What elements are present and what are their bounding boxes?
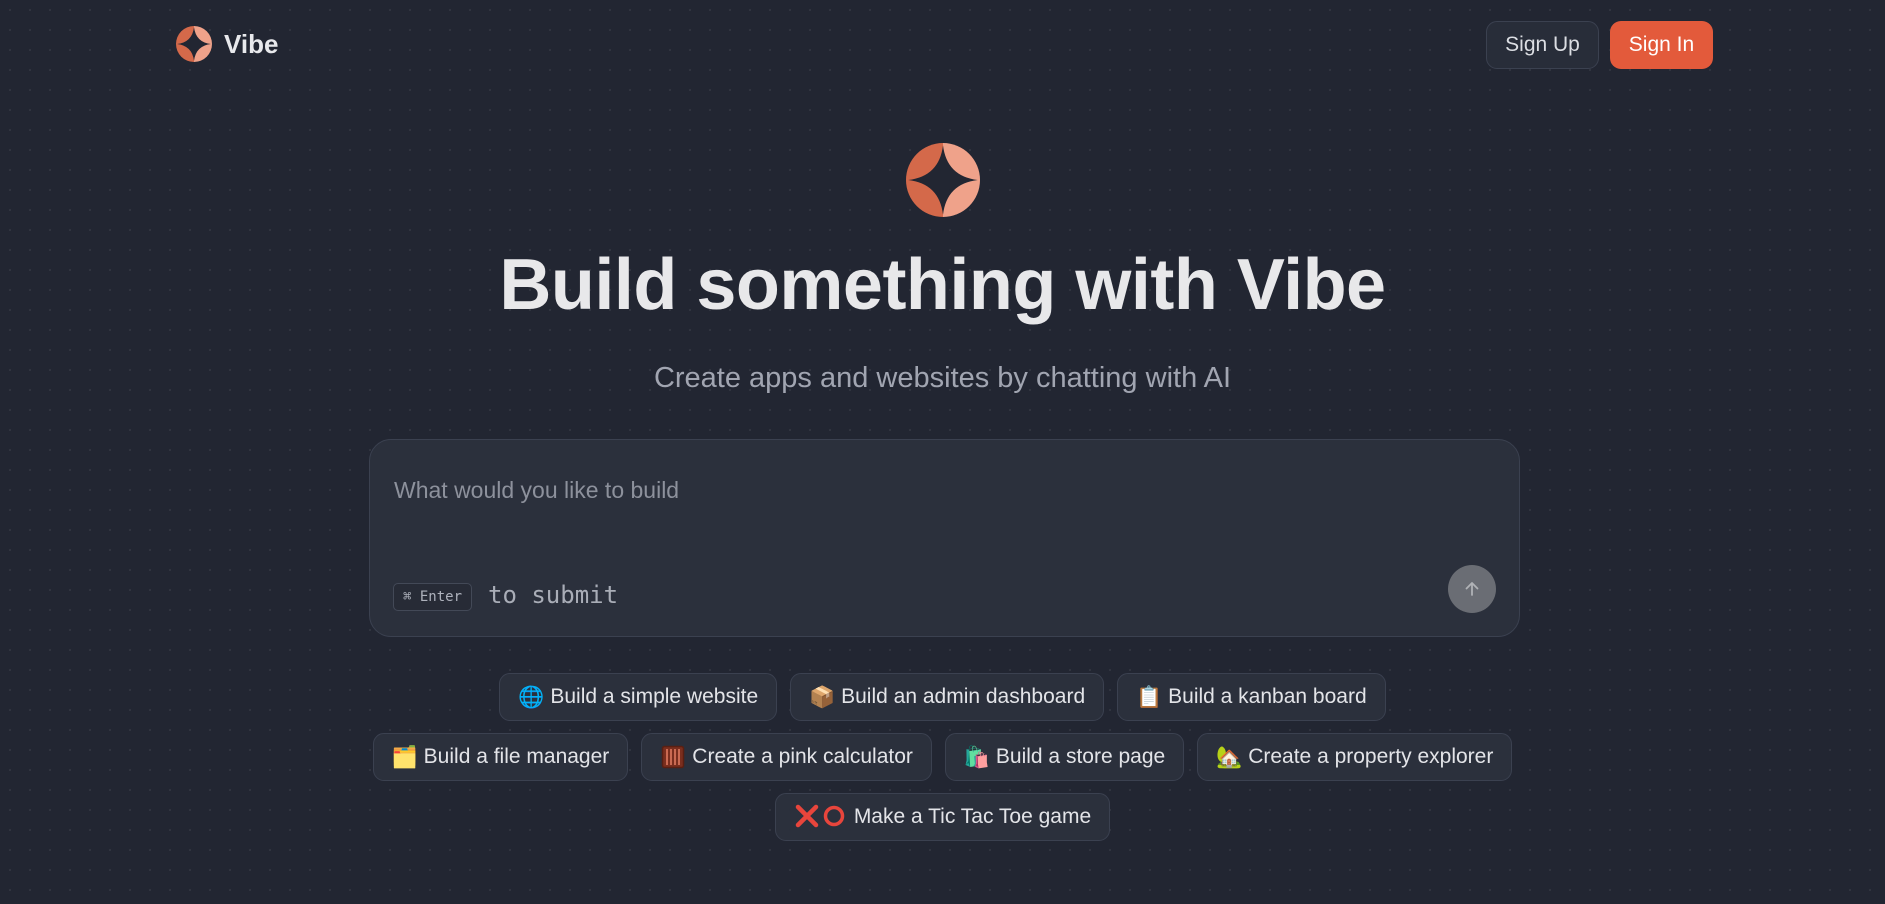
package-icon: 📦 (809, 685, 836, 709)
shopping-bags-icon: 🛍️ (963, 745, 990, 769)
suggestion-label: Build an admin dashboard (841, 685, 1086, 708)
suggestion-chip-tic-tac-toe[interactable]: Make a Tic Tac Toe game (774, 793, 1111, 841)
suggestion-label: Create a property explorer (1248, 745, 1494, 768)
suggestion-label: Build a file manager (423, 745, 610, 768)
suggestion-chip-pink-calculator[interactable]: Create a pink calculator (641, 733, 932, 781)
shortcut-hint: to submit (488, 581, 619, 609)
suggestion-row: 🗂️ Build a file manager Create a pink ca… (0, 733, 1885, 781)
suggestion-chip-kanban-board[interactable]: 📋 Build a kanban board (1117, 673, 1386, 721)
house-with-garden-icon: 🏡 (1216, 745, 1243, 769)
suggestion-chip-simple-website[interactable]: 🌐 Build a simple website (499, 673, 778, 721)
sign-up-button[interactable]: Sign Up (1486, 21, 1599, 69)
vibe-logo-icon (176, 26, 212, 62)
brand-link[interactable]: Vibe (176, 26, 278, 62)
shortcut-key-badge: ⌘ Enter (393, 583, 473, 611)
prompt-box: ⌘ Enter to submit (369, 439, 1520, 637)
x-and-o-icon (794, 804, 848, 830)
suggestion-chip-file-manager[interactable]: 🗂️ Build a file manager (372, 733, 629, 781)
prompt-input[interactable] (394, 470, 1394, 510)
globe-icon: 🌐 (518, 685, 545, 709)
sign-in-button[interactable]: Sign In (1610, 21, 1713, 69)
suggestion-label: Build a store page (995, 745, 1166, 768)
abacus-icon (660, 744, 686, 770)
card-index-dividers-icon: 🗂️ (391, 745, 418, 769)
page-title: Build something with Vibe (499, 245, 1386, 325)
submit-button[interactable] (1448, 565, 1496, 613)
suggestion-chip-store-page[interactable]: 🛍️ Build a store page (944, 733, 1185, 781)
suggestion-row: Make a Tic Tac Toe game (0, 793, 1885, 841)
vibe-hero-logo-icon (906, 143, 980, 217)
suggestion-label: Build a kanban board (1168, 685, 1367, 708)
brand-name: Vibe (224, 28, 279, 59)
suggestion-row: 🌐 Build a simple website 📦 Build an admi… (0, 673, 1885, 721)
suggestion-label: Create a pink calculator (692, 745, 913, 768)
top-nav: Vibe Sign Up Sign In (0, 0, 1885, 90)
suggestion-chip-property-explorer[interactable]: 🏡 Create a property explorer (1197, 733, 1513, 781)
suggestion-label: Build a simple website (550, 685, 759, 708)
page-subtitle: Create apps and websites by chatting wit… (653, 362, 1232, 394)
arrow-up-icon (1465, 582, 1479, 596)
suggestion-chip-admin-dashboard[interactable]: 📦 Build an admin dashboard (790, 673, 1105, 721)
clipboard-icon: 📋 (1136, 685, 1163, 709)
suggestion-label: Make a Tic Tac Toe game (853, 805, 1092, 828)
